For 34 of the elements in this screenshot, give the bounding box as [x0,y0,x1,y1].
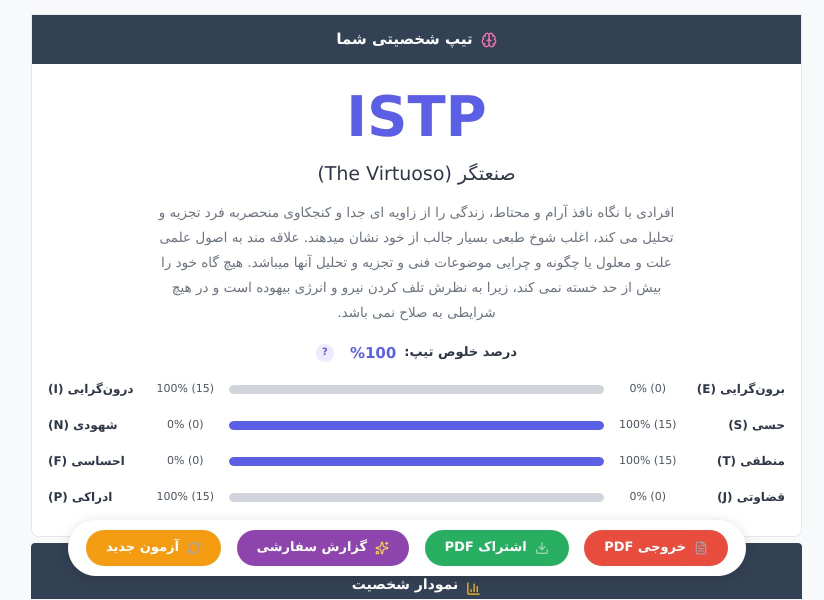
action-button[interactable]: خروجی PDF [584,530,728,566]
trait-percent: 0% (0) [628,380,667,397]
action-button[interactable]: آزمون جدید [86,530,222,566]
type-name: صنعتگر (The Virtuoso) [317,162,516,187]
trait-percent: 0% (0) [628,488,667,505]
bar-chart-icon [466,581,482,596]
trait-label: درون‌گرایی (I) [48,381,135,398]
help-badge[interactable]: ? [316,344,334,362]
sparkles-icon [375,541,390,555]
trait-label: قضاوتی (J) [716,489,785,506]
trait-label: حسی (S) [727,417,785,434]
trait-percent: 0% (0) [166,416,205,433]
purity-value: %100 [350,342,396,364]
document-icon [694,541,708,555]
trait-label: منطقی (T) [716,453,785,470]
card-title: تیپ شخصیتی شما [336,29,473,50]
trait-label: برون‌گرایی (E) [696,381,785,398]
trait-percent: 100% (15) [618,452,678,469]
trait-percent: 0% (0) [166,452,205,469]
trait-percent: 100% (15) [156,380,216,397]
trait-label: شهودی (N) [48,417,119,434]
trait-percent: 100% (15) [156,488,216,505]
refresh-icon [187,541,202,555]
download-icon [534,541,549,555]
purity-label: درصد خلوص تیپ: [404,344,518,362]
card-title: نمودار شخصیت [352,576,458,595]
trait-label: احساسی (F) [48,453,126,470]
type-description: افرادی با نگاه نافذ آرام و محتاط، زندگی را از زاویه ای جدا و کنجکاوی منحصربه فرد تجزیه و تحلیل می کند، اغلب شوخ طبعی بسیار جالب از خود نشان میدهند. علاقه مند به اصول علمی علت و معلول یا چگونه و چرایی موضوعات فنی و تجزیه و تحلیل آنها میباشد. هیچ گاه خود را بیش از حد خسته نمی کند، زیرا به نظرش تلف کردن نیرو و انرژی بیهوده است و در هیچ شرایطی به صلاح نمی باشد. [157,204,676,322]
trait-label: ادراکی (P) [48,489,114,506]
type-code: ISTP [346,88,487,148]
trait-percent: 100% (15) [618,416,678,433]
action-button[interactable]: گزارش سفارشی [236,530,410,566]
action-button[interactable]: اشتراک PDF [424,530,569,566]
brain-icon [480,32,497,48]
